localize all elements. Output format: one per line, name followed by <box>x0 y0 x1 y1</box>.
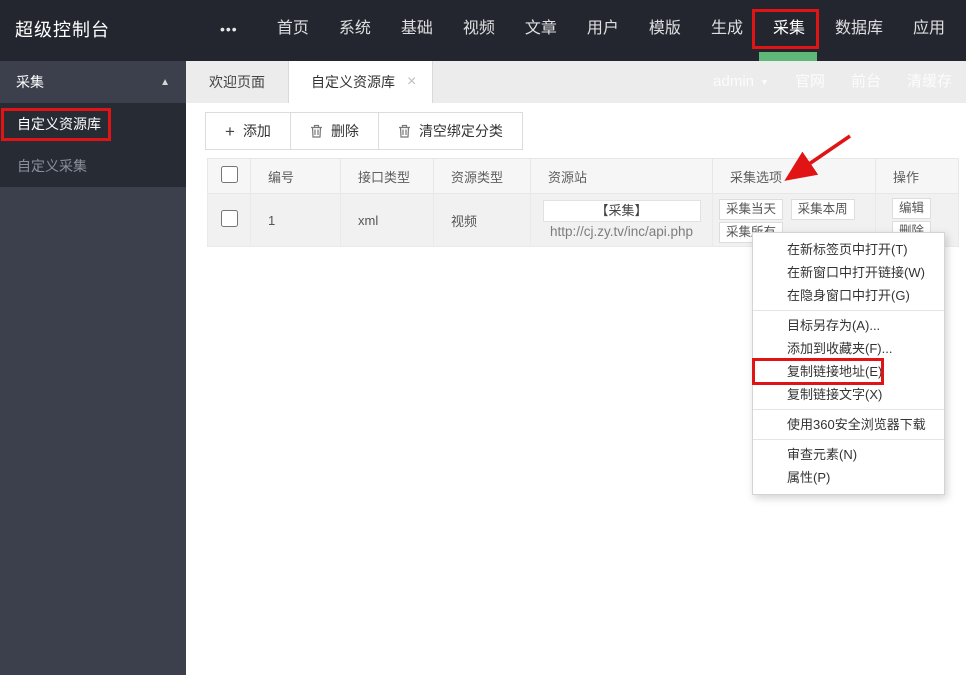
add-button[interactable]: + 添加 <box>205 112 291 150</box>
collapse-icon: ▲ <box>160 76 170 88</box>
cell-resource-type: 视频 <box>433 193 531 247</box>
sidebar: 采集 ▲ 自定义资源库 自定义采集 <box>0 61 186 675</box>
clear-bound-category-button[interactable]: 清空绑定分类 <box>377 112 523 150</box>
top-navbar: 超级控制台 ••• 首页 系统 基础 视频 文章 用户 模版 生成 采集 数据库… <box>0 0 966 61</box>
menu-separator <box>753 439 944 440</box>
site-url: http://cj.zy.tv/inc/api.php <box>549 223 694 239</box>
trash-icon <box>398 124 410 138</box>
username: admin <box>713 73 755 90</box>
cell-id: 1 <box>250 193 341 247</box>
table-header-row: 编号 接口类型 资源类型 资源站 采集选项 操作 <box>207 158 959 194</box>
menu-item-download-with-360[interactable]: 使用360安全浏览器下载 <box>753 413 944 436</box>
nav-item-system[interactable]: 系统 <box>324 0 386 61</box>
trash-icon <box>310 124 322 138</box>
close-icon[interactable]: × <box>407 74 416 90</box>
nav-item-database[interactable]: 数据库 <box>820 0 898 61</box>
delete-button-label: 删除 <box>330 123 359 139</box>
tab-welcome[interactable]: 欢迎页面 <box>186 61 289 103</box>
app-title: 超级控制台 <box>15 20 110 40</box>
col-header-actions: 操作 <box>875 158 959 194</box>
menu-item-save-target-as[interactable]: 目标另存为(A)... <box>753 314 944 337</box>
menu-item-properties[interactable]: 属性(P) <box>753 466 944 489</box>
col-header-collect-options: 采集选项 <box>712 158 876 194</box>
sidebar-item-custom-collect[interactable]: 自定义采集 <box>0 145 186 187</box>
active-nav-indicator <box>758 52 817 61</box>
menu-item-open-new-tab[interactable]: 在新标签页中打开(T) <box>753 238 944 261</box>
tab-label: 自定义资源库 <box>311 74 395 90</box>
cell-api-type: xml <box>340 193 434 247</box>
nav-item-home[interactable]: 首页 <box>262 0 324 61</box>
menu-separator <box>753 409 944 410</box>
sidebar-group-collect[interactable]: 采集 ▲ <box>0 61 186 103</box>
caret-down-icon: ▼ <box>760 77 769 87</box>
menu-separator <box>753 310 944 311</box>
row-checkbox[interactable] <box>220 210 238 227</box>
nav-item-template[interactable]: 模版 <box>634 0 696 61</box>
edit-button[interactable]: 编辑 <box>892 198 932 219</box>
col-header-site: 资源站 <box>530 158 713 194</box>
menu-item-open-incognito[interactable]: 在隐身窗口中打开(G) <box>753 284 944 307</box>
collect-week-button[interactable]: 采集本周 <box>790 199 855 220</box>
col-header-api-type: 接口类型 <box>340 158 434 194</box>
menu-item-copy-link-text[interactable]: 复制链接文字(X) <box>753 383 944 406</box>
link-clear-cache[interactable]: 清缓存 <box>907 61 952 103</box>
add-button-label: 添加 <box>242 123 271 139</box>
toolbar: + 添加 删除 清空绑定分类 <box>205 112 523 150</box>
clear-button-label: 清空绑定分类 <box>418 123 503 139</box>
user-dropdown[interactable]: admin ▼ <box>713 61 769 103</box>
menu-item-inspect-element[interactable]: 审查元素(N) <box>753 443 944 466</box>
nav-item-article[interactable]: 文章 <box>510 0 572 61</box>
link-front-site[interactable]: 前台 <box>851 61 881 103</box>
nav-item-generate[interactable]: 生成 <box>696 0 758 61</box>
col-header-resource-type: 资源类型 <box>433 158 531 194</box>
menu-item-add-to-favorites[interactable]: 添加到收藏夹(F)... <box>753 337 944 360</box>
sidebar-submenu: 自定义资源库 自定义采集 <box>0 103 186 187</box>
menu-item-copy-link-address[interactable]: 复制链接地址(E) <box>753 360 944 383</box>
sidebar-group-title: 采集 <box>16 74 44 90</box>
cell-site: 【采集】 http://cj.zy.tv/inc/api.php <box>530 193 713 247</box>
col-header-id: 编号 <box>250 158 341 194</box>
sidebar-item-custom-resource-lib[interactable]: 自定义资源库 <box>0 103 186 145</box>
delete-button[interactable]: 删除 <box>289 112 379 150</box>
add-icon: + <box>225 121 235 141</box>
menu-item-open-new-window[interactable]: 在新窗口中打开链接(W) <box>753 261 944 284</box>
user-menu: admin ▼ 官网 前台 清缓存 <box>713 61 952 103</box>
nav-item-user[interactable]: 用户 <box>572 0 634 61</box>
select-all-checkbox[interactable] <box>220 166 238 183</box>
top-nav-menu: 首页 系统 基础 视频 文章 用户 模版 生成 采集 数据库 应用 <box>262 0 960 61</box>
nav-item-app[interactable]: 应用 <box>898 0 960 61</box>
nav-item-collect[interactable]: 采集 <box>758 0 820 61</box>
link-official-site[interactable]: 官网 <box>795 61 825 103</box>
more-icon[interactable]: ••• <box>220 0 238 61</box>
collect-link-button[interactable]: 【采集】 <box>542 199 701 222</box>
nav-item-video[interactable]: 视频 <box>448 0 510 61</box>
nav-item-collect-label: 采集 <box>772 20 805 37</box>
tab-custom-resource-lib[interactable]: 自定义资源库 × <box>289 61 434 103</box>
nav-item-basic[interactable]: 基础 <box>386 0 448 61</box>
collect-today-button[interactable]: 采集当天 <box>719 199 784 220</box>
tab-bar: 欢迎页面 自定义资源库 × admin ▼ 官网 前台 清缓存 <box>186 61 966 103</box>
context-menu: 在新标签页中打开(T) 在新窗口中打开链接(W) 在隐身窗口中打开(G) 目标另… <box>752 232 945 495</box>
